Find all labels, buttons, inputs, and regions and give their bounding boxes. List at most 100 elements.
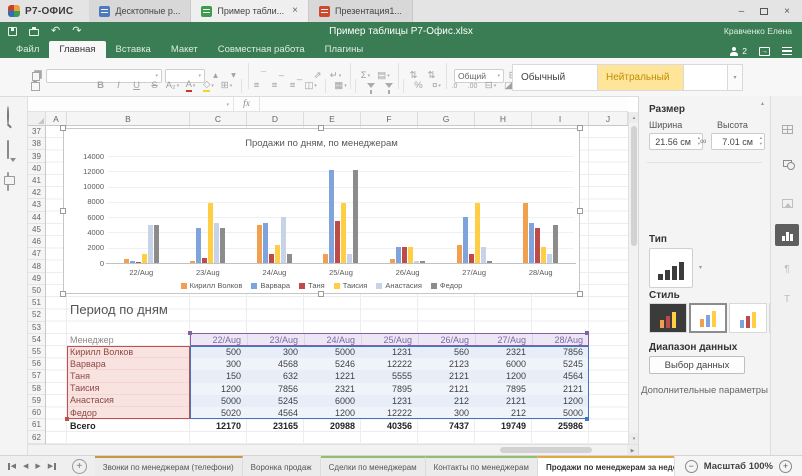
range-handle-purple-right[interactable] (585, 331, 589, 335)
column-header-E[interactable]: E (304, 112, 361, 125)
collaboration-users-icon[interactable] (729, 47, 739, 56)
table-cell-value[interactable]: 2121 (475, 395, 532, 407)
table-cell-value[interactable]: 12222 (361, 407, 418, 419)
row-header-41[interactable]: 41 (28, 175, 45, 187)
font-color-icon[interactable]: A▾ (183, 79, 198, 93)
chat-icon[interactable] (7, 173, 21, 187)
table-cell-value[interactable]: 632 (247, 370, 304, 382)
shape-settings-icon[interactable] (775, 152, 799, 174)
close-tab-icon[interactable]: × (292, 6, 298, 16)
table-cell-value[interactable]: 1200 (304, 407, 361, 419)
name-box-caret-icon[interactable]: ▾ (226, 102, 229, 108)
table-cell-value[interactable]: 1231 (361, 346, 418, 358)
table-total-label[interactable]: Всего (67, 419, 190, 432)
table-cell-value[interactable]: 560 (418, 346, 475, 358)
table-cell-name[interactable]: Таня (67, 370, 190, 382)
table-cell-value[interactable]: 300 (190, 358, 247, 370)
row-header-57[interactable]: 57 (28, 370, 45, 382)
table-cell-value[interactable]: 6000 (475, 358, 532, 370)
row-header-53[interactable]: 53 (28, 322, 45, 334)
search-icon[interactable] (7, 107, 21, 121)
table-cell-value[interactable]: 4564 (532, 370, 589, 382)
table-cell-value[interactable]: 212 (418, 395, 475, 407)
row-header-47[interactable]: 47 (28, 248, 45, 260)
lock-aspect-ratio-icon[interactable]: ∞ (700, 136, 706, 146)
row-header-56[interactable]: 56 (28, 358, 45, 370)
table-cell-value[interactable]: 5000 (532, 407, 589, 419)
sheet-tab[interactable]: Воронка продаж (243, 456, 321, 476)
percent-style-icon[interactable]: % (411, 79, 426, 93)
collapse-panel-icon[interactable]: ▴ (761, 100, 764, 107)
table-cell-value[interactable]: 1221 (304, 370, 361, 382)
column-header-H[interactable]: H (475, 112, 532, 125)
table-cell-value[interactable]: 7856 (532, 346, 589, 358)
height-input[interactable]: 7.01 см ▴▾ (711, 133, 765, 150)
underline-icon[interactable]: U (129, 79, 144, 93)
comments-icon[interactable] (7, 141, 21, 155)
table-header-date[interactable]: 25/Aug (361, 333, 418, 346)
column-header-I[interactable]: I (532, 112, 589, 125)
table-cell-value[interactable]: 5246 (304, 358, 361, 370)
table-cell-value[interactable]: 4564 (247, 407, 304, 419)
range-handle-blue[interactable] (585, 417, 589, 421)
select-all-corner[interactable] (28, 112, 46, 125)
table-total-value[interactable]: 7437 (418, 419, 475, 432)
minimize-button[interactable]: – (739, 6, 745, 17)
delete-cells-icon[interactable]: ⊟▾ (483, 79, 498, 93)
horizontal-scrollbar[interactable]: ▶ (28, 444, 638, 455)
column-header-F[interactable]: F (361, 112, 418, 125)
doc-tab-spreadsheet[interactable]: Пример табли...× (191, 0, 309, 22)
align-center-icon[interactable]: ≡ (267, 79, 282, 93)
last-sheet-icon[interactable]: ▶ (48, 462, 56, 470)
table-cell-value[interactable]: 5020 (190, 407, 247, 419)
table-cell-value[interactable]: 5245 (247, 395, 304, 407)
table-total-value[interactable]: 40356 (361, 419, 418, 432)
table-cell-value[interactable]: 150 (190, 370, 247, 382)
row-header-39[interactable]: 39 (28, 150, 45, 162)
column-header-B[interactable]: B (67, 112, 190, 125)
chart-object[interactable]: Продажи по дням, по менеджерам Кирилл Во… (63, 128, 580, 294)
cell-style-neutral[interactable]: Нейтральный (598, 64, 684, 91)
chart-handle-bottom-center[interactable] (318, 291, 324, 297)
maximize-button[interactable] (760, 8, 768, 15)
height-spinner[interactable]: ▴▾ (760, 136, 762, 146)
table-cell-value[interactable]: 5000 (304, 346, 361, 358)
align-right-icon[interactable]: ≡ (285, 79, 300, 93)
row-header-54[interactable]: 54 (28, 334, 45, 346)
table-cell-value[interactable]: 2321 (304, 383, 361, 395)
image-settings-icon[interactable] (775, 192, 799, 214)
table-cell-value[interactable]: 212 (475, 407, 532, 419)
chart-style-1[interactable] (649, 303, 687, 333)
sheet-canvas[interactable]: Продажи по дням, по менеджерам Кирилл Во… (46, 126, 628, 444)
filter-icon[interactable] (363, 79, 378, 93)
table-cell-value[interactable]: 1231 (361, 395, 418, 407)
chart-style-3[interactable] (729, 303, 767, 333)
chart-settings-icon[interactable] (775, 224, 799, 246)
paragraph-settings-icon[interactable]: ¶ (775, 258, 799, 280)
borders-icon[interactable]: ⊞▾ (219, 79, 234, 93)
table-total-value[interactable]: 23165 (247, 419, 304, 432)
next-sheet-icon[interactable]: ▶ (35, 462, 40, 470)
currency-style-icon[interactable]: ¤▾ (429, 79, 444, 93)
table-total-value[interactable]: 20988 (304, 419, 361, 432)
textart-settings-icon[interactable]: Т (775, 288, 799, 310)
column-header-C[interactable]: C (190, 112, 247, 125)
doc-tab-document[interactable]: Десктопные р... (89, 0, 191, 22)
table-cell-value[interactable]: 2121 (418, 383, 475, 395)
chart-handle-bottom-right[interactable] (577, 291, 583, 297)
table-total-value[interactable]: 12170 (190, 419, 247, 432)
range-handle-purple-left[interactable] (188, 331, 192, 335)
table-cell-value[interactable]: 300 (418, 407, 475, 419)
ribbon-tab-совместная-работа[interactable]: Совместная работа (208, 41, 315, 58)
styles-gallery-expand-icon[interactable]: ▾ (728, 64, 743, 91)
table-cell-value[interactable]: 7856 (247, 383, 304, 395)
cell-style-normal[interactable]: Обычный (512, 64, 598, 91)
sheet-tab[interactable]: Продажи по менеджерам за неделю (538, 456, 674, 476)
row-header-46[interactable]: 46 (28, 236, 45, 248)
row-header-52[interactable]: 52 (28, 309, 45, 321)
strikethrough-icon[interactable]: S (147, 79, 162, 93)
table-cell-value[interactable]: 6000 (304, 395, 361, 407)
table-cell-value[interactable]: 1200 (475, 370, 532, 382)
column-header-J[interactable]: J (589, 112, 628, 125)
range-handle-red[interactable] (65, 417, 69, 421)
